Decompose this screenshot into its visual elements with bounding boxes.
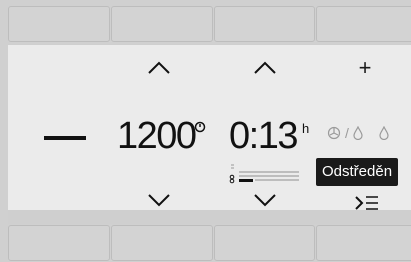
- water-drop-icon[interactable]: [379, 126, 389, 140]
- chevron-down-icon: [254, 194, 276, 207]
- softkey-bottom-2[interactable]: [110, 225, 213, 261]
- top-softkey-row: [8, 6, 411, 42]
- separator-slash: /: [345, 125, 349, 141]
- time-unit: h: [302, 121, 310, 136]
- minus-icon: [44, 136, 86, 140]
- speed-down-button[interactable]: [146, 192, 172, 208]
- softkey-top-3[interactable]: [213, 6, 316, 42]
- softkey-top-1[interactable]: [8, 6, 110, 42]
- plus-button[interactable]: +: [355, 57, 375, 79]
- spin-tooltip: Odstředěn: [316, 158, 399, 186]
- bottom-softkey-row: [8, 225, 411, 261]
- time-remaining-value[interactable]: 0:13: [229, 117, 298, 155]
- appliance-control-panel: + 1200 0:13 h / Odstředěn: [0, 0, 411, 262]
- option-icons: /: [327, 125, 389, 141]
- chevron-down-icon: [148, 194, 170, 207]
- softkey-top-4[interactable]: [316, 6, 411, 42]
- softkey-bottom-4[interactable]: [316, 225, 411, 261]
- softkey-bottom-1[interactable]: [8, 225, 110, 261]
- menu-more-icon: [355, 196, 378, 210]
- water-drop-icon[interactable]: [353, 126, 363, 140]
- softkey-top-2[interactable]: [110, 6, 213, 42]
- chevron-up-icon: [254, 61, 276, 74]
- softkey-bottom-3[interactable]: [213, 225, 316, 261]
- spin-rpm-icon: [194, 121, 206, 133]
- chevron-up-icon: [148, 61, 170, 74]
- decrease-button[interactable]: [44, 131, 86, 145]
- spin-speed-value[interactable]: 1200: [117, 117, 197, 155]
- speed-up-button[interactable]: [146, 60, 172, 76]
- screen-bottom-band: [8, 210, 411, 224]
- time-down-button[interactable]: [252, 192, 278, 208]
- more-options-button[interactable]: [354, 193, 380, 213]
- program-progress-indicator: [229, 164, 299, 184]
- fan-icon[interactable]: [327, 126, 341, 140]
- time-up-button[interactable]: [252, 60, 278, 76]
